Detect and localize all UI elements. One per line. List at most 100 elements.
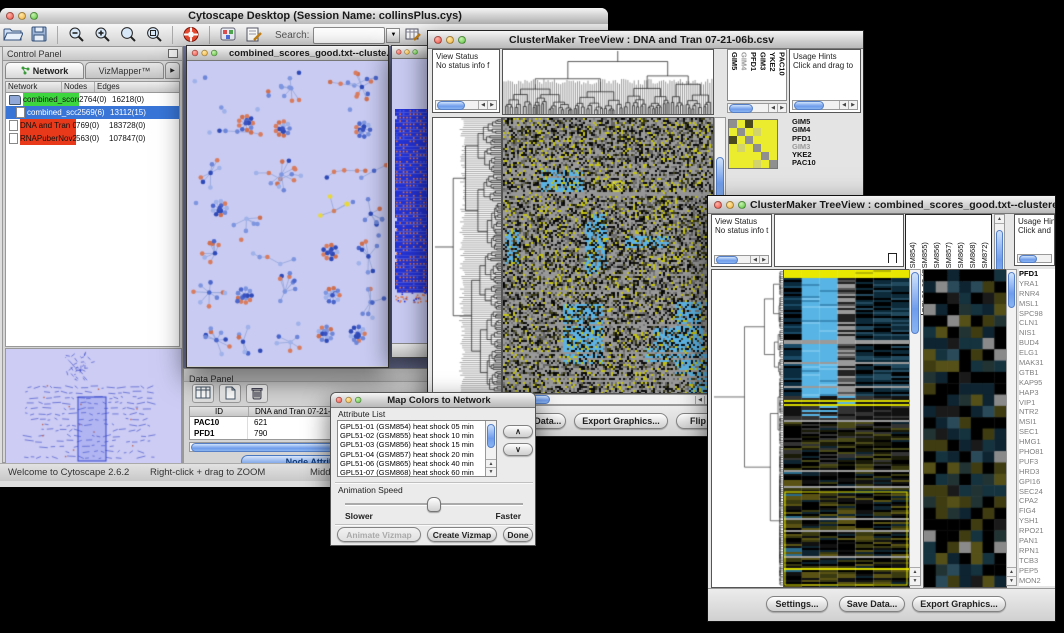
heatmap-cell[interactable] (753, 152, 761, 160)
gene-label[interactable]: PEP5 (1019, 566, 1055, 576)
button-create-vizmap[interactable]: Create Vizmap (427, 527, 497, 542)
scroll-up-icon[interactable]: ▲ (995, 215, 1004, 224)
heatmap-cell[interactable] (729, 144, 737, 152)
usage-hints-scrollbar[interactable]: ◀▶ (792, 100, 858, 110)
gene-label[interactable]: PAN1 (1019, 536, 1055, 546)
gene-label[interactable]: KAP95 (1019, 378, 1055, 388)
heatmap-cell[interactable] (729, 136, 737, 144)
heatmap-cell[interactable] (737, 128, 745, 136)
window-controls[interactable] (331, 397, 365, 403)
column-label[interactable]: PAC10 (778, 52, 787, 100)
gene-label[interactable]: CPA2 (1019, 496, 1055, 506)
button-done[interactable]: Done (503, 527, 533, 542)
search-input[interactable] (313, 27, 385, 44)
dialog-titlebar[interactable]: Map Colors to Network (331, 393, 535, 408)
column-label[interactable]: PFD1 (749, 52, 758, 100)
heatmap-cell[interactable] (737, 144, 745, 152)
view-status-scrollbar[interactable]: ◀▶ (435, 100, 497, 110)
heatmap-cell[interactable] (761, 120, 769, 128)
gene-label[interactable]: MAK31 (1019, 358, 1055, 368)
heatmap-cell[interactable] (769, 152, 777, 160)
delete-trash-icon[interactable] (246, 384, 268, 403)
network-overview-navigator[interactable] (5, 348, 182, 465)
attribute-item[interactable]: GPL51-03 (GSM856) heat shock 15 min (340, 440, 484, 449)
row-dendrogram[interactable] (711, 269, 784, 588)
dense-network-canvas[interactable] (395, 109, 429, 304)
gene-label[interactable]: SEC1 (1019, 427, 1055, 437)
button-export-graphics[interactable]: Export Graphics... (912, 596, 1006, 612)
zoom-heatmap-matrix[interactable] (728, 119, 778, 169)
network-view-2-titlebar[interactable] (392, 46, 432, 59)
zoom-selected-icon[interactable] (142, 25, 166, 45)
column-dendrogram[interactable] (502, 49, 714, 115)
heatmap-cell[interactable] (745, 152, 753, 160)
gene-label[interactable]: HRD3 (1019, 467, 1055, 477)
heatmap-cell[interactable] (761, 136, 769, 144)
gene-label[interactable]: YSH1 (1019, 516, 1055, 526)
gene-label[interactable]: PFD1 (1019, 269, 1055, 279)
window-controls[interactable] (708, 201, 750, 209)
gene-label[interactable]: GPI16 (1019, 477, 1055, 487)
slider-thumb[interactable] (427, 497, 441, 512)
gene-label[interactable]: CLN1 (1019, 318, 1055, 328)
zoom-labels-scrollbar[interactable]: ◀▶ (727, 103, 787, 113)
move-down-button[interactable]: ∨ (503, 443, 533, 456)
gene-label[interactable]: ELG1 (1019, 348, 1055, 358)
window-controls[interactable] (392, 49, 421, 54)
treeview2-titlebar[interactable]: ClusterMaker TreeView : combined_scores_… (708, 196, 1055, 214)
heatmap-cell[interactable] (753, 144, 761, 152)
zoom-out-icon[interactable] (64, 25, 88, 45)
heatmap-cell[interactable] (753, 160, 761, 168)
gene-label[interactable]: PAC10 (792, 159, 854, 167)
scroll-left-icon[interactable]: ◀ (839, 101, 848, 109)
help-lifering-icon[interactable] (179, 25, 203, 45)
scroll-down-icon[interactable]: ▼ (1007, 576, 1016, 585)
scroll-left-icon[interactable]: ◀ (695, 396, 704, 404)
scroll-up-icon[interactable]: ▲ (910, 567, 920, 576)
zoom-vscrollbar[interactable]: ▲ ▼ (1006, 269, 1017, 586)
heatmap-cell[interactable] (737, 120, 745, 128)
window-controls[interactable] (428, 36, 470, 44)
network-row[interactable]: combined_sco2569(6)13112(15) (6, 106, 179, 119)
gene-label[interactable]: RPO21 (1019, 526, 1055, 536)
new-document-icon[interactable] (219, 384, 241, 403)
gene-label[interactable]: RPN1 (1019, 546, 1055, 556)
zoom-heatmap[interactable] (923, 269, 1007, 588)
gene-label[interactable]: HAP3 (1019, 388, 1055, 398)
network-row[interactable]: DNA and Tran 07769(0)183728(0) (6, 119, 179, 132)
vizmapper-nodes-icon[interactable] (216, 25, 240, 45)
open-session-button[interactable] (1, 25, 25, 45)
button-settings[interactable]: Settings... (766, 596, 828, 612)
heatmap-cell[interactable] (769, 144, 777, 152)
gene-label[interactable]: MSL1 (1019, 299, 1055, 309)
col-header-network[interactable]: Network (6, 82, 62, 92)
heatmap-cell[interactable] (745, 144, 753, 152)
heatmap-cell[interactable] (729, 160, 737, 168)
network-row[interactable]: RNAPuberNov2+I563(0)107847(0) (6, 132, 179, 145)
data-col-id[interactable]: ID (190, 407, 249, 416)
global-heatmap[interactable] (502, 117, 714, 394)
tab-vizmapper[interactable]: VizMapper™ (85, 62, 164, 79)
column-label[interactable]: GIM3 (759, 52, 768, 100)
heatmap-cell[interactable] (737, 160, 745, 168)
heatmap-cell[interactable] (753, 136, 761, 144)
gene-label[interactable]: VIP1 (1019, 398, 1055, 408)
global-heatmap[interactable] (783, 269, 910, 588)
button-export-graphics[interactable]: Export Graphics... (574, 413, 668, 429)
tab-network[interactable]: Network (5, 62, 84, 79)
network-row[interactable]: combined_scores2764(0)16218(0) (6, 93, 179, 106)
column-label[interactable]: YKE2 (768, 52, 777, 100)
gene-label[interactable]: YRA1 (1019, 279, 1055, 289)
row-dendrogram[interactable] (432, 117, 502, 394)
animation-speed-slider[interactable] (345, 497, 523, 511)
heatmap-cell[interactable] (769, 136, 777, 144)
scroll-down-icon[interactable]: ▼ (486, 467, 496, 476)
heatmap-cell[interactable] (729, 120, 737, 128)
heatmap-cell[interactable] (737, 152, 745, 160)
gene-label[interactable]: RNR4 (1019, 289, 1055, 299)
heatmap-cell[interactable] (769, 128, 777, 136)
scroll-right-icon[interactable]: ▶ (848, 101, 857, 109)
heatmap-cell[interactable] (745, 160, 753, 168)
attribute-list-vscrollbar[interactable]: ▲ ▼ (485, 421, 496, 476)
gene-label[interactable]: GTB1 (1019, 368, 1055, 378)
